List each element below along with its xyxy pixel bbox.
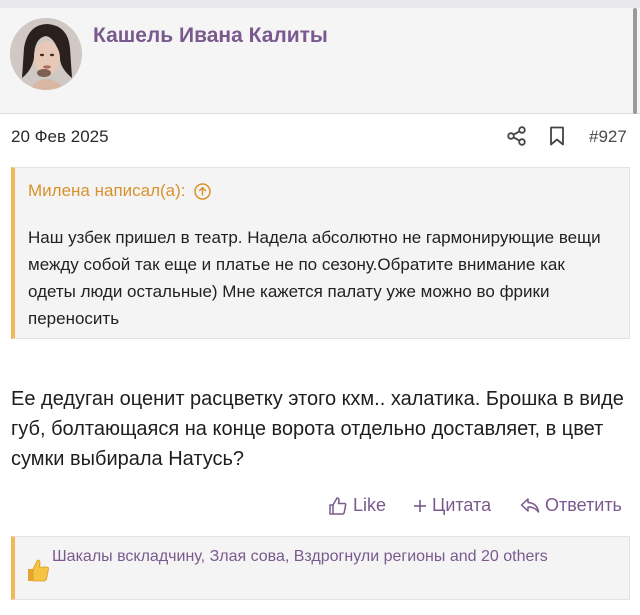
- top-bar: [0, 0, 640, 8]
- quote-block: Милена написал(а): Наш узбек пришел в те…: [11, 167, 630, 339]
- post-meta: 20 Фев 2025 #927: [0, 114, 640, 156]
- post-actions: Like Цитата Ответить: [0, 492, 640, 522]
- post-header: Кашель Ивана Калиты: [0, 8, 640, 114]
- reply-icon: [520, 497, 540, 513]
- quote-label: Цитата: [432, 495, 492, 515]
- share-icon[interactable]: [506, 125, 528, 147]
- username[interactable]: Кашель Ивана Калиты: [93, 24, 328, 48]
- thumbs-up-emoji-icon: [25, 557, 51, 583]
- quote-header[interactable]: Милена написал(а):: [28, 181, 211, 201]
- like-label: Like: [353, 495, 387, 515]
- reply-button[interactable]: Ответить: [520, 495, 622, 516]
- arrow-up-circle-icon[interactable]: [193, 182, 211, 200]
- avatar[interactable]: [10, 18, 82, 90]
- bookmark-icon[interactable]: [548, 126, 566, 146]
- post-number[interactable]: #927: [589, 127, 627, 147]
- scrollbar[interactable]: [633, 8, 637, 114]
- quote-button[interactable]: Цитата: [413, 495, 491, 516]
- like-button[interactable]: Like: [328, 495, 386, 516]
- plus-icon: [414, 499, 426, 512]
- thumbs-up-icon: [329, 496, 347, 515]
- post-body: Ее дедуган оценит расцветку этого кхм.. …: [11, 388, 624, 470]
- quote-text: Наш узбек пришел в театр. Надела абсолют…: [28, 228, 601, 328]
- quote-author[interactable]: Милена написал(а):: [28, 181, 186, 201]
- likes-summary: Шакалы вскладчину, Злая сова, Вздрогнули…: [11, 536, 630, 600]
- post-date[interactable]: 20 Фев 2025: [11, 127, 109, 147]
- reply-label: Ответить: [545, 495, 622, 515]
- likes-text[interactable]: Шакалы вскладчину, Злая сова, Вздрогнули…: [52, 545, 592, 569]
